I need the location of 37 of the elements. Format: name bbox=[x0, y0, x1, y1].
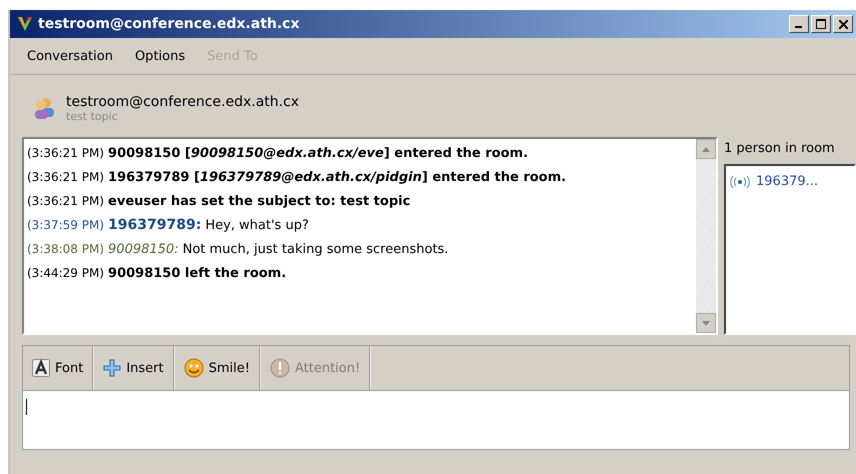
menu-item[interactable]: Conversation bbox=[27, 48, 113, 64]
message-text: Not much, just taking some screenshots. bbox=[182, 242, 448, 257]
window-title: testroom@conference.edx.ath.cx bbox=[38, 16, 301, 32]
message-time: (3:36:21 PM) bbox=[27, 170, 104, 184]
app-logo-icon bbox=[16, 15, 34, 33]
message-text: Hey, what's up? bbox=[205, 218, 309, 233]
message-text: 90098150 [90098150@edx.ath.cx/eve] entered the room. bbox=[108, 146, 528, 161]
message-time: (3:38:08 PM) bbox=[27, 242, 104, 256]
attention-icon bbox=[270, 358, 290, 378]
room-name: testroom@conference.edx.ath.cx bbox=[66, 94, 300, 110]
scrollbar[interactable] bbox=[696, 139, 716, 333]
message-sender: 196379789: bbox=[108, 217, 202, 233]
message-sender: 90098150: bbox=[108, 242, 179, 257]
message-time: (3:36:21 PM) bbox=[27, 146, 104, 160]
minimize-button[interactable] bbox=[789, 15, 809, 33]
message-time: (3:44:29 PM) bbox=[27, 266, 104, 280]
scroll-down-icon bbox=[702, 320, 710, 326]
maximize-icon bbox=[816, 19, 826, 29]
menu-item[interactable]: Options bbox=[134, 48, 186, 64]
message-time: (3:37:59 PM) bbox=[27, 218, 104, 232]
message-input-field[interactable] bbox=[23, 391, 849, 449]
signal-icon bbox=[730, 174, 750, 188]
maximize-button[interactable] bbox=[811, 15, 831, 33]
room-topic: test topic bbox=[66, 110, 119, 122]
occupant-count: 1 person in room bbox=[724, 141, 836, 156]
close-button[interactable] bbox=[833, 15, 853, 33]
message-text: eveuser has set the subject to: test topic bbox=[108, 194, 410, 209]
plus-icon bbox=[103, 359, 122, 377]
occupant-item[interactable]: 196379... bbox=[730, 174, 850, 189]
smiley-icon bbox=[184, 358, 204, 378]
message-text: 196379789 [196379789@edx.ath.cx/pidgin] entered the room. bbox=[108, 170, 566, 185]
people-icon bbox=[32, 96, 56, 120]
font-icon bbox=[32, 359, 50, 377]
message-text: 90098150 left the room. bbox=[108, 266, 286, 281]
close-icon bbox=[838, 20, 848, 28]
scroll-up-icon bbox=[702, 146, 710, 152]
message-time: (3:36:21 PM) bbox=[27, 194, 104, 208]
